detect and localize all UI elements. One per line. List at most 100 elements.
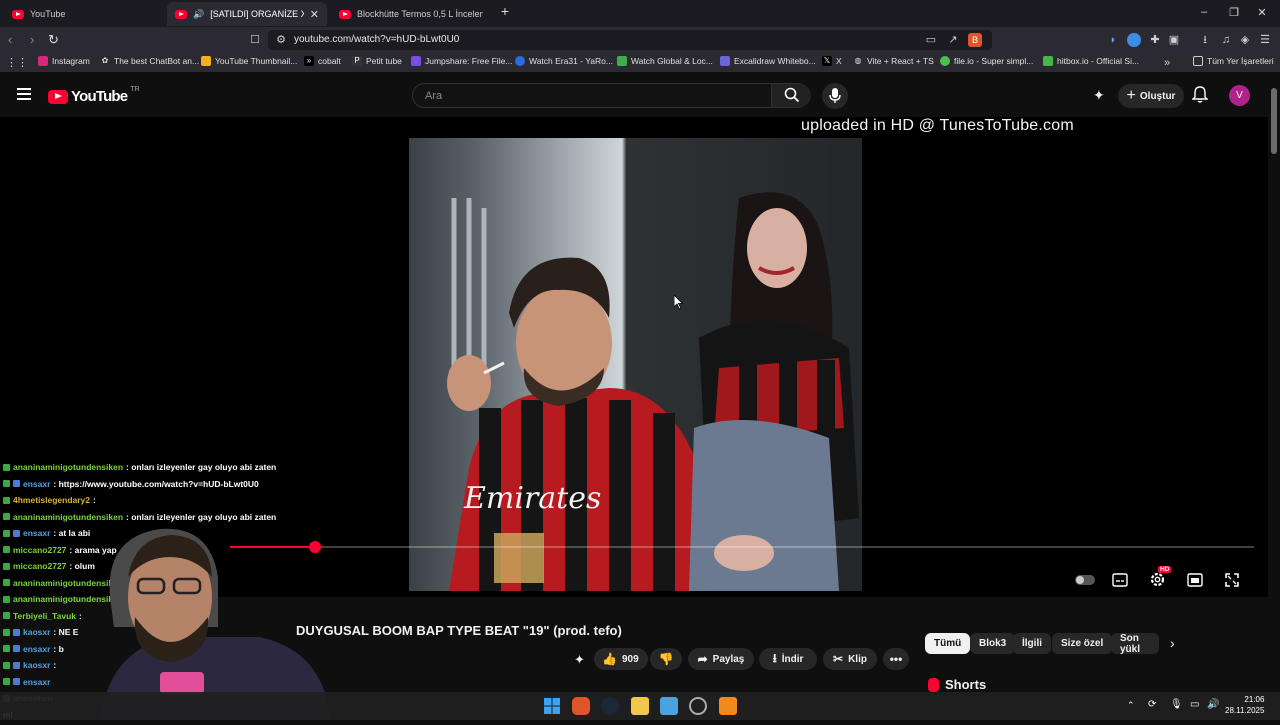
- back-button[interactable]: ‹: [8, 32, 12, 47]
- volume-icon[interactable]: 🔊: [1207, 699, 1219, 710]
- bookmark-excalidraw[interactable]: Excalidraw Whitebo...: [720, 56, 816, 66]
- chat-username[interactable]: miccano2727: [13, 545, 66, 555]
- search-button[interactable]: [771, 84, 811, 107]
- sidebar-icon[interactable]: ▣: [1167, 33, 1181, 47]
- obs-icon[interactable]: [689, 697, 707, 715]
- address-bar[interactable]: ⚙ youtube.com/watch?v=hUD-bLwt0U0 ▭ ↗ B: [268, 30, 992, 50]
- wallet-icon[interactable]: ◈: [1238, 33, 1252, 47]
- tab-thermos-video[interactable]: Blockhütte Termos 0,5 L İnceleme #reklam: [331, 2, 491, 26]
- chat-message: ananinaminigotundensiken : onları izleye…: [3, 462, 276, 472]
- chat-username[interactable]: Terbiyeli_Tavuk: [13, 611, 76, 621]
- minimize-button[interactable]: –: [1194, 6, 1214, 18]
- new-tab-button[interactable]: +: [495, 3, 515, 19]
- sync-icon[interactable]: ⟳: [1148, 699, 1156, 710]
- all-bookmarks-button[interactable]: Tüm Yer İşaretleri: [1193, 56, 1274, 66]
- clock-date: 28.11.2025: [1225, 706, 1265, 715]
- chevron-right-icon[interactable]: ›: [1170, 635, 1175, 651]
- notifications-bell-icon[interactable]: [1191, 86, 1209, 109]
- bookmark-era31[interactable]: Watch Era31 - YaRo...: [515, 56, 613, 66]
- bookmark-jumpshare[interactable]: Jumpshare: Free File...: [411, 56, 512, 66]
- site-info-icon[interactable]: ⚙: [274, 33, 288, 47]
- tab-youtube[interactable]: YouTube: [4, 2, 164, 26]
- chip-related[interactable]: İlgili: [1013, 633, 1051, 654]
- leo-ai-icon[interactable]: ◗: [1106, 33, 1120, 47]
- more-bookmarks-icon[interactable]: »: [1160, 56, 1174, 70]
- thumbs-down-icon: 👎: [658, 652, 674, 666]
- reload-icon[interactable]: ↻: [48, 32, 59, 48]
- bookmark-petit-tube[interactable]: P Petit tube: [352, 56, 402, 66]
- chat-username[interactable]: ensaxr: [23, 677, 50, 687]
- close-window-button[interactable]: ✕: [1252, 6, 1272, 19]
- bookmark-fileio[interactable]: file.io - Super simpl...: [940, 56, 1033, 66]
- fullscreen-icon[interactable]: [1225, 573, 1243, 589]
- chat-username[interactable]: ensaxr: [23, 479, 50, 489]
- chat-username[interactable]: ensaxr: [23, 528, 50, 538]
- music-icon[interactable]: ♫: [1219, 33, 1233, 47]
- bookmark-icon[interactable]: ☐: [248, 33, 262, 47]
- chat-username[interactable]: 4hmetislegendary2: [13, 495, 90, 505]
- brave-browser-icon[interactable]: [572, 697, 590, 715]
- bookmark-cobalt[interactable]: » cobalt: [304, 56, 341, 66]
- miniplayer-icon[interactable]: [1187, 573, 1205, 589]
- voice-search-button[interactable]: [822, 83, 848, 109]
- bookmark-instagram[interactable]: Instagram: [38, 56, 90, 66]
- chat-username[interactable]: ensaxr: [23, 644, 50, 654]
- bookmark-thumbnail[interactable]: YouTube Thumbnail...: [201, 56, 297, 66]
- progress-bar[interactable]: [230, 541, 1254, 553]
- page-scrollbar[interactable]: [1268, 73, 1280, 692]
- steam-icon[interactable]: [601, 697, 619, 715]
- chip-recently-uploaded[interactable]: Son yükl: [1111, 633, 1159, 654]
- chevron-up-icon[interactable]: ⌃: [1127, 700, 1135, 711]
- display-icon[interactable]: ▭: [1190, 699, 1199, 710]
- menu-icon[interactable]: ☰: [1258, 33, 1272, 47]
- file-explorer-icon[interactable]: [631, 697, 649, 715]
- share-button[interactable]: ➦ Paylaş: [688, 648, 754, 670]
- chip-blok3[interactable]: Blok3: [970, 633, 1016, 654]
- bookmark-hitbox[interactable]: hitbox.io - Official Si...: [1043, 56, 1139, 66]
- subtitles-icon[interactable]: [1112, 573, 1130, 589]
- chat-username[interactable]: kaosxr: [23, 660, 50, 670]
- gemini-sparkle-icon[interactable]: ✦: [1093, 87, 1105, 104]
- bookmark-vite[interactable]: ◍ Vite + React + TS: [853, 56, 934, 66]
- youtube-logo[interactable]: YouTube TR: [48, 86, 140, 105]
- thumbnail-icon: [201, 56, 211, 66]
- system-clock[interactable]: 21:06 28.11.2025: [1225, 694, 1264, 716]
- photos-icon[interactable]: [660, 697, 678, 715]
- vlc-icon[interactable]: [719, 697, 737, 715]
- chat-username[interactable]: kaosxr: [23, 627, 50, 637]
- vpn-icon[interactable]: [1127, 33, 1141, 47]
- chip-all[interactable]: Tümü: [925, 633, 971, 654]
- chat-username[interactable]: ananinaminigotundensiken: [13, 462, 123, 472]
- clip-button[interactable]: ✂ Klip: [823, 648, 877, 670]
- dislike-button[interactable]: 👎: [650, 648, 682, 670]
- microphone-tray-icon[interactable]: 🎙: [1170, 699, 1183, 710]
- create-button[interactable]: + Oluştur: [1118, 84, 1184, 108]
- chat-username[interactable]: miccano2727: [13, 561, 66, 571]
- like-button[interactable]: 👍 909: [594, 648, 648, 670]
- bookmark-watch-global[interactable]: Watch Global & Loc...: [617, 56, 713, 66]
- bookmark-x[interactable]: 𝕏X: [822, 56, 842, 66]
- excalidraw-icon: [720, 56, 730, 66]
- tab-active-video[interactable]: 🔊 [SATILDI] ORGANİZE X BLOCK3 ✕: [167, 2, 327, 26]
- downloads-icon[interactable]: ⭳: [1198, 33, 1212, 47]
- hamburger-menu-icon[interactable]: [17, 88, 31, 100]
- extensions-icon[interactable]: ✚: [1148, 33, 1162, 47]
- more-actions-button[interactable]: •••: [883, 648, 909, 670]
- restore-button[interactable]: ❐: [1224, 6, 1244, 19]
- chip-for-you[interactable]: Size özel: [1052, 633, 1113, 654]
- share-icon[interactable]: ↗: [946, 33, 960, 47]
- autoplay-toggle[interactable]: [1075, 575, 1095, 585]
- bookmark-chatbot[interactable]: ✿ The best ChatBot an...: [100, 56, 199, 66]
- apps-grid-icon[interactable]: ⋮⋮: [6, 56, 28, 70]
- close-icon[interactable]: ✕: [310, 8, 319, 21]
- brave-shields-icon[interactable]: B: [968, 33, 982, 47]
- download-button[interactable]: ⭳ İndir: [759, 648, 817, 670]
- screen-cast-icon[interactable]: ▭: [924, 33, 938, 47]
- forward-button[interactable]: ›: [30, 32, 34, 47]
- avatar[interactable]: V: [1229, 85, 1250, 106]
- scrollbar-thumb[interactable]: [1271, 88, 1277, 154]
- windows-start-icon[interactable]: [543, 697, 561, 715]
- gemini-sparkle-icon[interactable]: ✦: [574, 652, 585, 668]
- settings-gear-icon[interactable]: HD: [1149, 566, 1172, 587]
- search-input[interactable]: Ara: [412, 83, 811, 108]
